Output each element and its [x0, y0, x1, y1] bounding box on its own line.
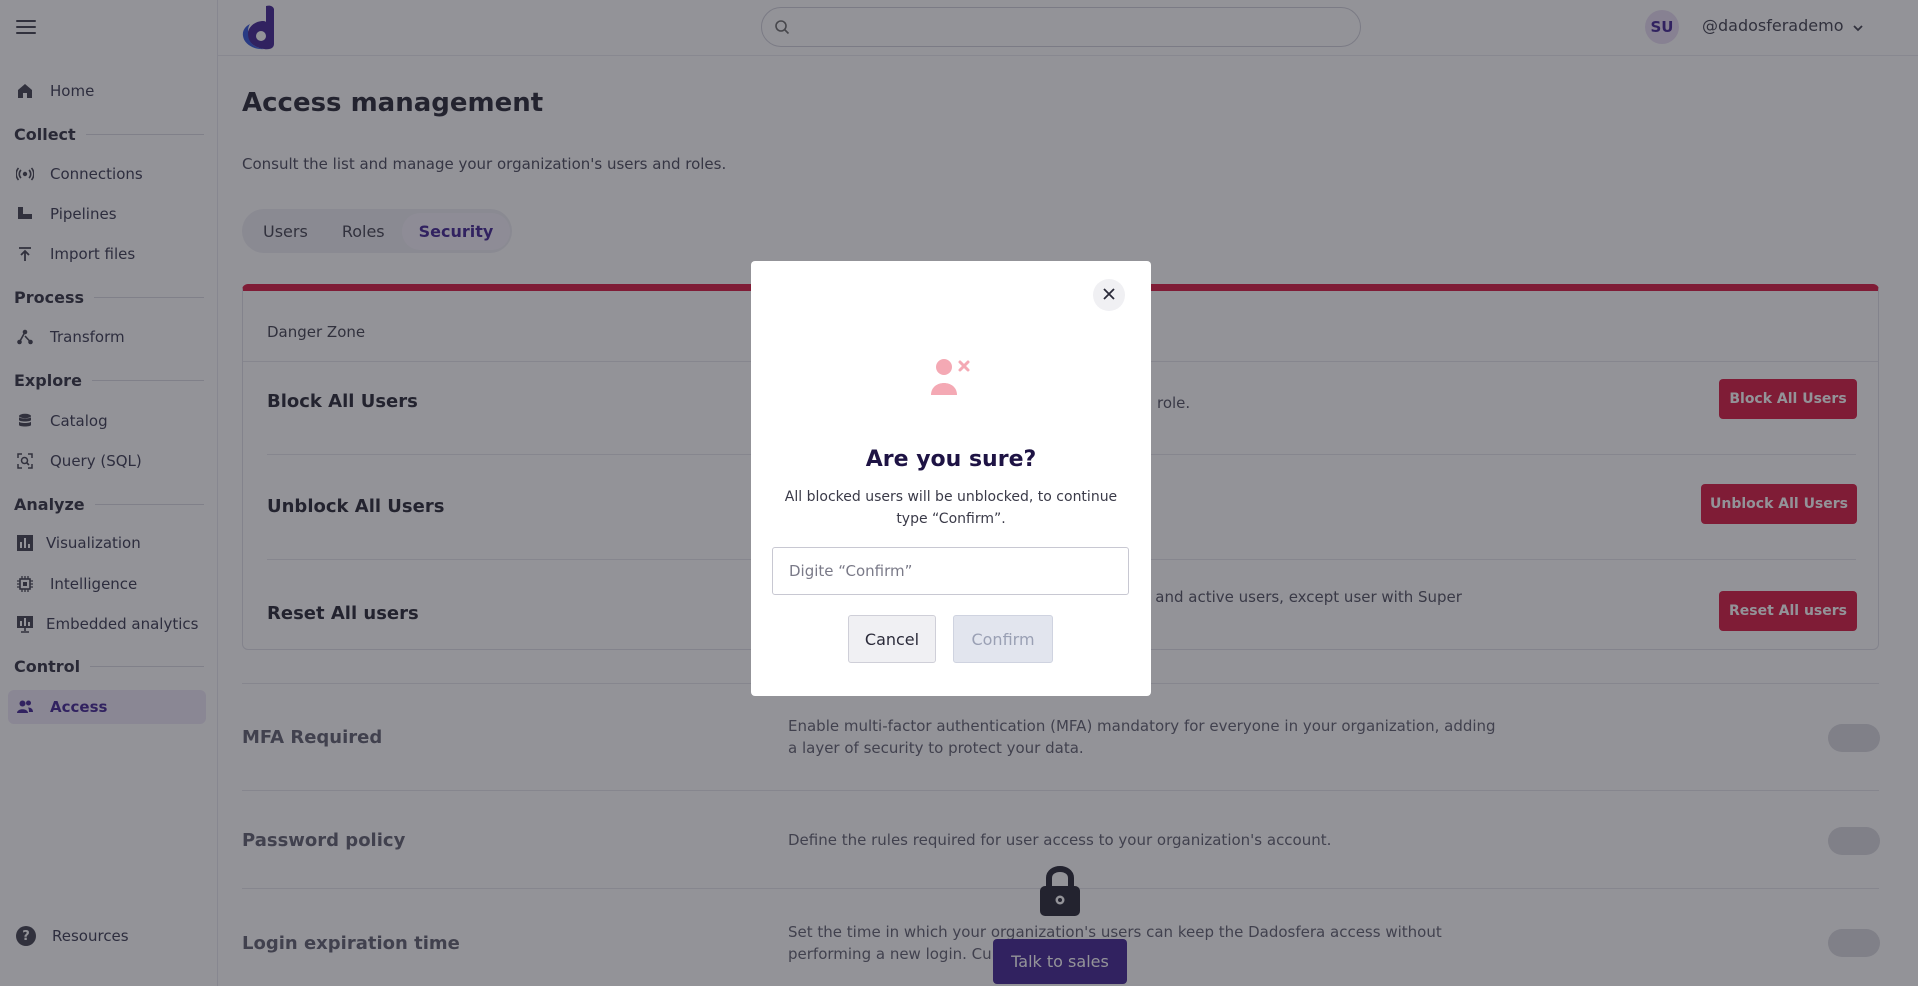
close-button[interactable] — [1093, 279, 1125, 311]
confirm-input[interactable] — [772, 547, 1129, 595]
confirm-button[interactable]: Confirm — [953, 615, 1053, 663]
dialog-title: Are you sure? — [865, 447, 1037, 472]
dialog-message: All blocked users will be unblocked, to … — [784, 489, 1118, 527]
close-icon — [1102, 286, 1116, 305]
user-remove-icon — [929, 357, 971, 399]
confirm-dialog: Are you sure? All blocked users will be … — [751, 261, 1151, 696]
cancel-button[interactable]: Cancel — [848, 615, 936, 663]
